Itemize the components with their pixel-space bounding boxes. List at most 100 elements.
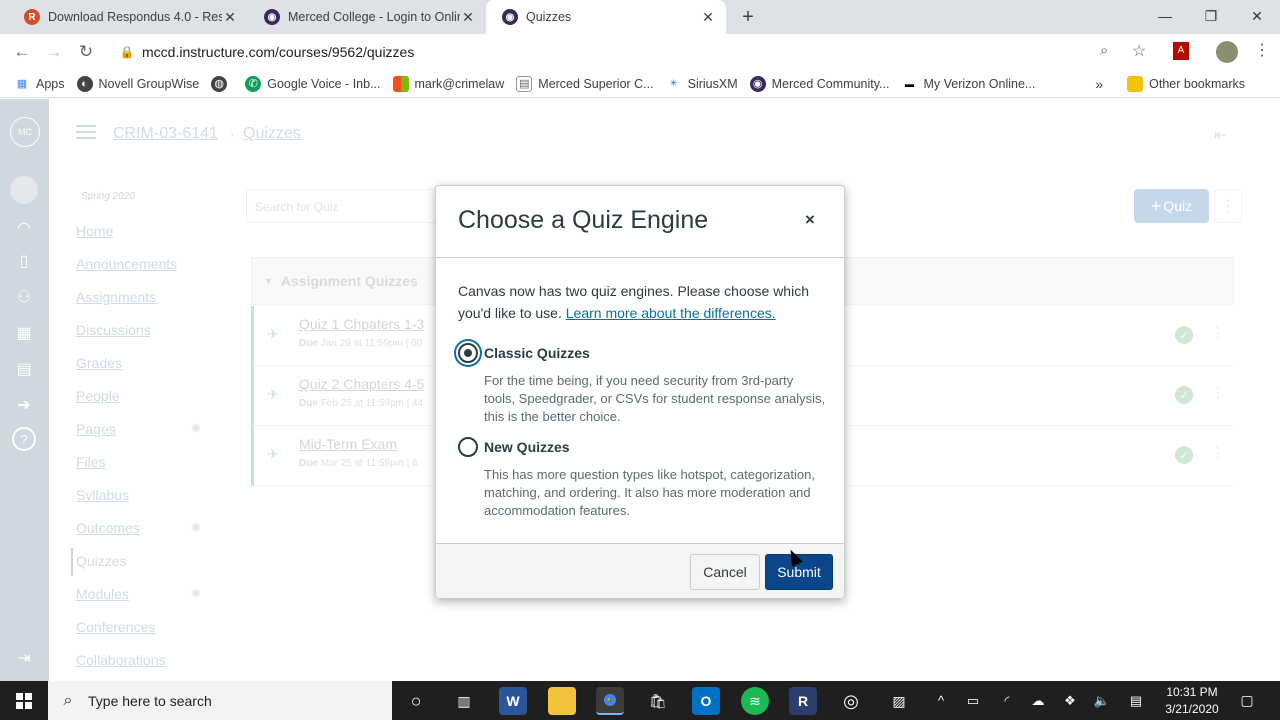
browser-tab-respondus[interactable]: R Download Respondus 4.0 - Respo ✕: [8, 0, 248, 34]
commons-icon[interactable]: ➜: [10, 391, 38, 419]
course-nav-conferences[interactable]: Conferences: [76, 619, 155, 635]
network-icon[interactable]: ◜: [996, 681, 1018, 720]
learn-more-link[interactable]: Learn more about the differences.: [566, 305, 776, 321]
merced-college-logo[interactable]: MC: [10, 117, 40, 147]
course-nav-syllabus[interactable]: Syllabus: [76, 487, 129, 503]
cancel-button[interactable]: Cancel: [690, 554, 760, 590]
course-nav-modules[interactable]: Modules: [76, 586, 129, 602]
classic-quizzes-label[interactable]: Classic Quizzes: [484, 345, 590, 361]
classic-quizzes-radio[interactable]: [458, 343, 478, 363]
course-nav-announcements[interactable]: Announcements: [76, 256, 177, 272]
windows-start-button[interactable]: [0, 681, 48, 720]
collapse-sidebar-icon[interactable]: ⇤: [1214, 125, 1227, 145]
address-bar[interactable]: 🔒 mccd.instructure.com/courses/9562/quiz…: [112, 38, 1162, 66]
bookmark-apps[interactable]: ▦ Apps: [14, 76, 65, 92]
course-nav-files[interactable]: Files: [76, 454, 106, 470]
course-nav-home[interactable]: Home: [76, 223, 113, 239]
cortana-icon[interactable]: ○: [402, 687, 430, 715]
dashboard-icon[interactable]: ◠: [10, 214, 38, 242]
volume-icon[interactable]: 🔈: [1090, 681, 1114, 720]
calendar-icon[interactable]: ▦: [10, 319, 38, 347]
tray-overflow-icon[interactable]: ^: [930, 681, 952, 720]
row-menu-icon[interactable]: ⋮: [1211, 444, 1225, 461]
row-menu-icon[interactable]: ⋮: [1211, 324, 1225, 341]
task-view-icon[interactable]: ▥: [450, 687, 478, 715]
new-quizzes-label[interactable]: New Quizzes: [484, 439, 570, 455]
respondus-icon[interactable]: R: [789, 687, 817, 715]
course-nav-assignments[interactable]: Assignments: [76, 289, 156, 305]
bookmarks-overflow-button[interactable]: »: [1095, 76, 1103, 92]
add-quiz-button[interactable]: + Quiz: [1134, 189, 1209, 223]
file-explorer-icon[interactable]: [548, 687, 576, 715]
star-icon[interactable]: ☆: [1132, 41, 1146, 61]
chrome-menu-icon[interactable]: ⋮: [1254, 40, 1270, 60]
zoom-icon[interactable]: ⌕: [1100, 42, 1108, 59]
groups-icon[interactable]: ⚇: [10, 283, 38, 311]
quiz-search-input[interactable]: Search for Quiz: [246, 189, 436, 223]
bookmark-verizon[interactable]: ▬ My Verizon Online...: [901, 76, 1035, 92]
bookmark-merced-superior[interactable]: ▤ Merced Superior C...: [516, 75, 654, 92]
bookmark-merced-community[interactable]: ◉ Merced Community...: [749, 75, 889, 92]
account-avatar-icon[interactable]: [10, 176, 38, 204]
bookmark-siriusxm[interactable]: ✳ SiriusXM: [666, 76, 738, 92]
close-icon[interactable]: ×: [800, 210, 820, 232]
keyboard-icon[interactable]: ▤: [1124, 681, 1148, 720]
published-check-icon[interactable]: ✓: [1175, 446, 1193, 464]
course-nav-pages[interactable]: Pages: [76, 421, 116, 437]
profile-avatar[interactable]: [1216, 41, 1238, 63]
back-icon[interactable]: ←: [10, 40, 34, 64]
course-nav-outcomes[interactable]: Outcomes: [76, 520, 140, 536]
new-quizzes-radio[interactable]: [458, 437, 478, 457]
battery-icon[interactable]: ▭: [962, 681, 984, 720]
hamburger-menu-icon[interactable]: [76, 125, 96, 139]
store-icon[interactable]: 🛍: [644, 687, 672, 715]
browser-tab-quizzes[interactable]: ◉ Quizzes ✕: [486, 0, 726, 34]
notifications-icon[interactable]: ▢: [1234, 681, 1260, 720]
published-check-icon[interactable]: ✓: [1175, 326, 1193, 344]
quiz-due-date: Due Feb 25 at 11:59pm | 44: [299, 398, 424, 409]
courses-icon[interactable]: ▯: [10, 247, 38, 275]
taskbar-clock[interactable]: 10:31 PM 3/21/2020: [1158, 684, 1226, 718]
new-tab-button[interactable]: +: [736, 6, 760, 28]
course-nav-collaborations[interactable]: Collaborations: [76, 652, 166, 668]
browser-tab-merced-login[interactable]: ◉ Merced College - Login to Onlin ✕: [248, 0, 486, 34]
inbox-icon[interactable]: ▤: [10, 355, 38, 383]
forward-icon[interactable]: →: [42, 40, 66, 64]
breadcrumb-course[interactable]: CRIM-03-6141: [113, 125, 218, 143]
quiz-title-link[interactable]: Mid-Term Exam: [299, 436, 397, 452]
course-nav-discussions[interactable]: Discussions: [76, 322, 151, 338]
restore-icon[interactable]: ❐: [1188, 0, 1234, 32]
close-tab-icon[interactable]: ✕: [222, 9, 238, 26]
help-icon[interactable]: ?: [12, 427, 36, 451]
collapse-nav-icon[interactable]: ⇥: [10, 644, 38, 672]
bookmark-globe[interactable]: ◍: [211, 75, 233, 92]
chrome-icon[interactable]: [596, 687, 624, 715]
course-nav-people[interactable]: People: [76, 388, 120, 404]
bookmark-outlook[interactable]: mark@crimelaw: [392, 75, 504, 92]
photos-icon[interactable]: ▨: [885, 687, 913, 715]
outlook-icon[interactable]: O: [692, 687, 720, 715]
acrobat-extension-icon[interactable]: A: [1173, 42, 1189, 60]
more-options-icon[interactable]: ⋮: [1214, 189, 1242, 223]
close-window-icon[interactable]: ✕: [1234, 0, 1280, 32]
word-icon[interactable]: W: [499, 687, 527, 715]
quiz-title-link[interactable]: Quiz 1 Chpaters 1-3: [299, 316, 424, 332]
other-bookmarks[interactable]: Other bookmarks: [1127, 75, 1245, 92]
course-nav-quizzes[interactable]: Quizzes: [76, 553, 127, 569]
quiz-title-link[interactable]: Quiz 2 Chapters 4-5: [299, 376, 424, 392]
bookmark-google-voice[interactable]: ✆ Google Voice - Inb...: [245, 75, 381, 92]
minimize-icon[interactable]: —: [1142, 0, 1188, 32]
dropbox-icon[interactable]: ❖: [1058, 681, 1082, 720]
breadcrumb-page[interactable]: Quizzes: [243, 125, 301, 143]
bookmark-groupwise[interactable]: ◐ Novell GroupWise: [76, 75, 199, 92]
close-tab-icon[interactable]: ✕: [700, 9, 716, 26]
close-tab-icon[interactable]: ✕: [460, 9, 476, 26]
row-menu-icon[interactable]: ⋮: [1211, 384, 1225, 401]
onedrive-icon[interactable]: ☁: [1026, 681, 1050, 720]
reload-icon[interactable]: ↻: [74, 40, 98, 64]
published-check-icon[interactable]: ✓: [1175, 386, 1193, 404]
taskbar-search-box[interactable]: ⌕ Type here to search: [48, 681, 392, 720]
app-icon[interactable]: ◎: [837, 687, 865, 715]
course-nav-grades[interactable]: Grades: [76, 355, 122, 371]
spotify-icon[interactable]: ≋: [741, 687, 769, 715]
